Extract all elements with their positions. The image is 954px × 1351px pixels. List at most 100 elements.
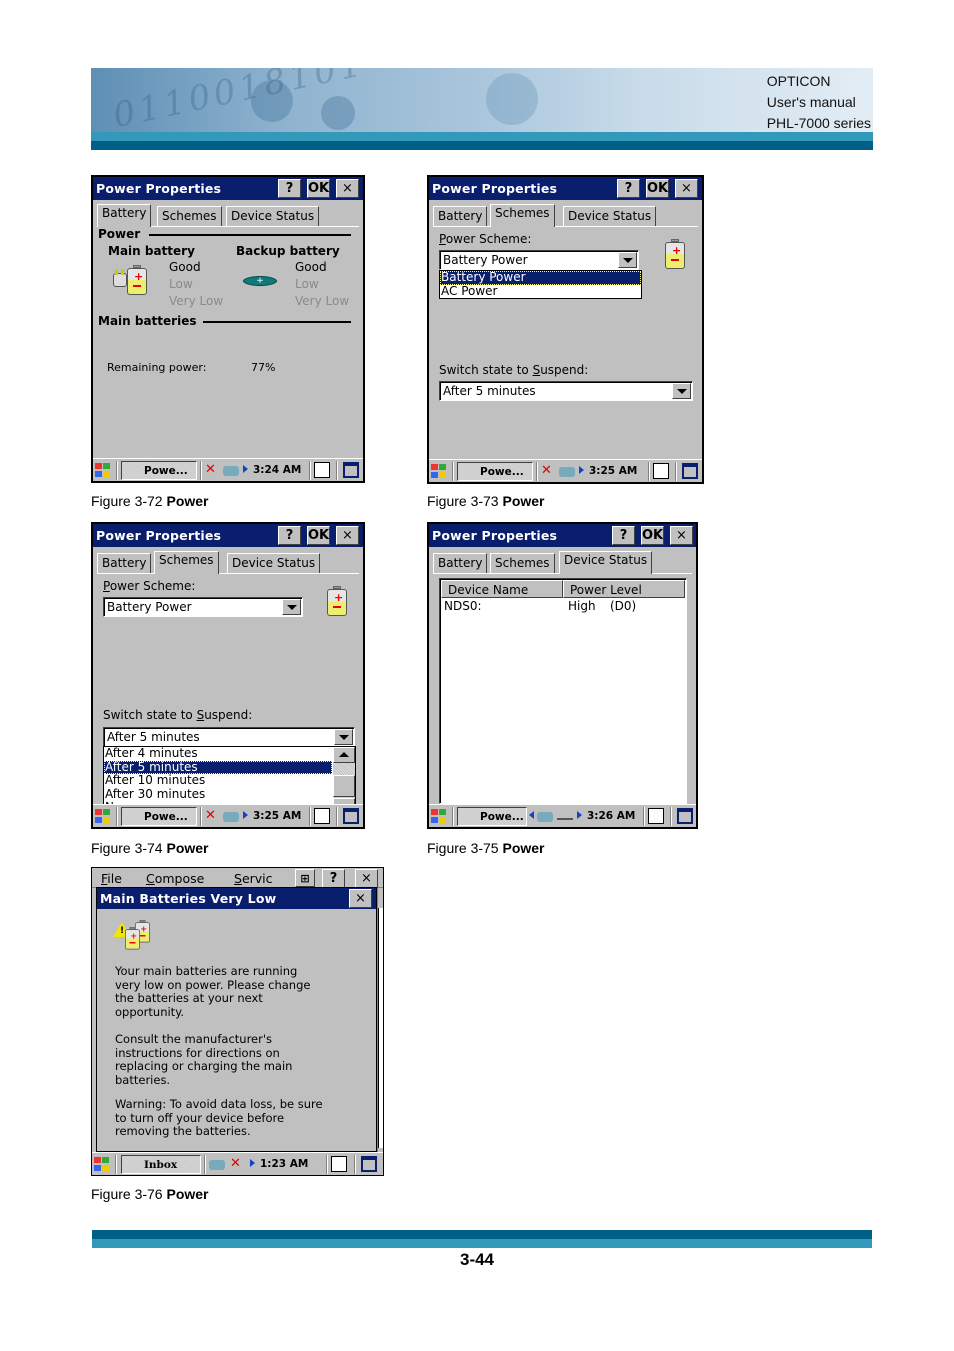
main-level-good: Good — [169, 260, 201, 274]
help-button[interactable]: ? — [278, 526, 301, 545]
scroll-up-button[interactable] — [333, 747, 355, 763]
tab-battery[interactable]: Battery — [97, 204, 152, 227]
column-header-device-name[interactable]: Device Name — [441, 580, 563, 598]
tray-expand-arrow-icon[interactable] — [243, 465, 248, 473]
device-list[interactable]: Device Name Power Level NDS0: High (D0) — [439, 578, 687, 804]
tab-schemes[interactable]: Schemes — [157, 206, 222, 226]
help-button[interactable]: ? — [278, 179, 301, 198]
tab-schemes[interactable]: Schemes — [154, 551, 219, 574]
network-pc-icon[interactable] — [537, 812, 553, 822]
option-ac-power[interactable]: AC Power — [440, 284, 641, 299]
start-button-windows-icon[interactable] — [95, 463, 111, 478]
start-button-windows-icon[interactable] — [94, 1157, 110, 1172]
ok-button[interactable]: OK — [307, 526, 330, 545]
chevron-down-icon[interactable] — [618, 252, 637, 268]
input-panel-icon[interactable] — [314, 808, 330, 824]
tab-schemes[interactable]: Schemes — [490, 553, 555, 573]
no-connection-icon[interactable]: ✕ — [230, 1156, 246, 1172]
column-header-power-level[interactable]: Power Level — [563, 580, 685, 598]
close-button[interactable]: × — [336, 526, 359, 545]
close-button[interactable]: × — [670, 526, 693, 545]
taskbar-task-button[interactable]: Powe... — [121, 807, 197, 826]
tab-battery[interactable]: Battery — [97, 553, 152, 573]
taskbar-task-button[interactable]: Powe... — [121, 461, 197, 480]
input-panel-icon[interactable] — [331, 1156, 347, 1172]
tab-device-status[interactable]: Device Status — [563, 206, 657, 226]
remaining-power-label: Remaining power: — [107, 361, 207, 374]
ethernet-connection-icon[interactable] — [557, 808, 573, 820]
taskbar-task-button[interactable]: Powe... — [457, 462, 533, 481]
sip-toggle-icon[interactable]: ⊞ — [295, 869, 315, 887]
close-button[interactable]: × — [355, 869, 378, 888]
desktop-windows-icon[interactable] — [361, 1156, 377, 1172]
tray-expand-arrow-icon[interactable] — [250, 1159, 255, 1167]
help-button[interactable]: ? — [612, 526, 635, 545]
start-button-windows-icon[interactable] — [95, 809, 111, 824]
taskbar-task-button[interactable]: Inbox — [121, 1155, 201, 1174]
input-panel-icon[interactable] — [314, 462, 330, 478]
taskbar-clock[interactable]: 3:26 AM — [587, 810, 635, 822]
close-button[interactable]: × — [675, 179, 698, 198]
message-line: Warning: To avoid data loss, be sure — [115, 1097, 323, 1111]
start-button-windows-icon[interactable] — [431, 809, 447, 824]
tab-battery[interactable]: Battery — [433, 206, 488, 226]
tray-scroll-left-icon[interactable] — [529, 811, 534, 819]
tab-device-status[interactable]: Device Status — [227, 553, 321, 573]
tray-expand-arrow-icon[interactable] — [243, 811, 248, 819]
input-panel-icon[interactable] — [648, 808, 664, 824]
network-pc-icon[interactable] — [223, 466, 239, 476]
chevron-down-icon[interactable] — [334, 729, 353, 745]
menu-services[interactable]: Servic — [234, 871, 284, 886]
network-pc-icon[interactable] — [559, 467, 575, 477]
network-pc-icon[interactable] — [209, 1160, 225, 1170]
network-pc-icon[interactable] — [223, 812, 239, 822]
no-connection-icon[interactable]: ✕ — [541, 463, 557, 479]
tab-battery[interactable]: Battery — [433, 553, 488, 573]
tray-expand-arrow-icon[interactable] — [579, 466, 584, 474]
taskbar-clock[interactable]: 1:23 AM — [260, 1158, 308, 1170]
desktop-windows-icon[interactable] — [343, 462, 359, 478]
ok-button[interactable]: OK — [307, 179, 330, 198]
taskbar-separator — [309, 807, 311, 826]
message-line: opportunity. — [115, 1004, 185, 1019]
option-after-10-minutes[interactable]: After 10 minutes — [104, 774, 332, 788]
suspend-select[interactable]: After 5 minutes — [439, 381, 693, 401]
chevron-down-icon[interactable] — [282, 599, 301, 615]
option-battery-power[interactable]: Battery Power — [440, 271, 641, 285]
start-button-windows-icon[interactable] — [431, 464, 447, 479]
tab-schemes[interactable]: Schemes — [490, 204, 555, 227]
scroll-thumb[interactable] — [333, 775, 355, 797]
dialog-close-button[interactable]: × — [349, 889, 372, 908]
taskbar-clock[interactable]: 3:24 AM — [253, 464, 301, 476]
menu-file[interactable]: File — [101, 871, 122, 886]
desktop-windows-icon[interactable] — [677, 808, 693, 824]
help-button[interactable]: ? — [322, 869, 345, 888]
desktop-windows-icon[interactable] — [343, 808, 359, 824]
close-button[interactable]: × — [336, 179, 359, 198]
input-panel-icon[interactable] — [653, 463, 669, 479]
taskbar-clock[interactable]: 3:25 AM — [253, 810, 301, 822]
option-after-30-minutes[interactable]: After 30 minutes — [104, 787, 332, 802]
chevron-down-icon[interactable] — [672, 383, 691, 399]
tray-expand-arrow-icon[interactable] — [577, 811, 582, 819]
message-line: Consult the manufacturer's — [115, 1032, 272, 1046]
desktop-windows-icon[interactable] — [682, 463, 698, 479]
suspend-select[interactable]: After 5 minutes — [103, 727, 355, 747]
option-after-5-minutes[interactable]: After 5 minutes — [104, 760, 332, 774]
power-scheme-select[interactable]: Battery Power — [439, 250, 639, 270]
taskbar-separator — [643, 807, 645, 826]
taskbar-clock[interactable]: 3:25 AM — [589, 465, 637, 477]
help-button[interactable]: ? — [617, 179, 640, 198]
tab-device-status[interactable]: Device Status — [559, 551, 653, 574]
tab-device-status[interactable]: Device Status — [226, 206, 320, 226]
no-connection-icon[interactable]: ✕ — [205, 808, 221, 824]
option-after-4-minutes[interactable]: After 4 minutes — [104, 747, 332, 761]
caption-title: Power — [502, 840, 545, 856]
taskbar-task-button[interactable]: Powe... — [457, 807, 527, 826]
label-text: ower Scheme: — [109, 579, 196, 593]
menu-compose[interactable]: Compose — [146, 871, 204, 886]
no-connection-icon[interactable]: ✕ — [205, 462, 221, 478]
power-scheme-select[interactable]: Battery Power — [103, 597, 303, 617]
ok-button[interactable]: OK — [641, 526, 664, 545]
ok-button[interactable]: OK — [646, 179, 669, 198]
